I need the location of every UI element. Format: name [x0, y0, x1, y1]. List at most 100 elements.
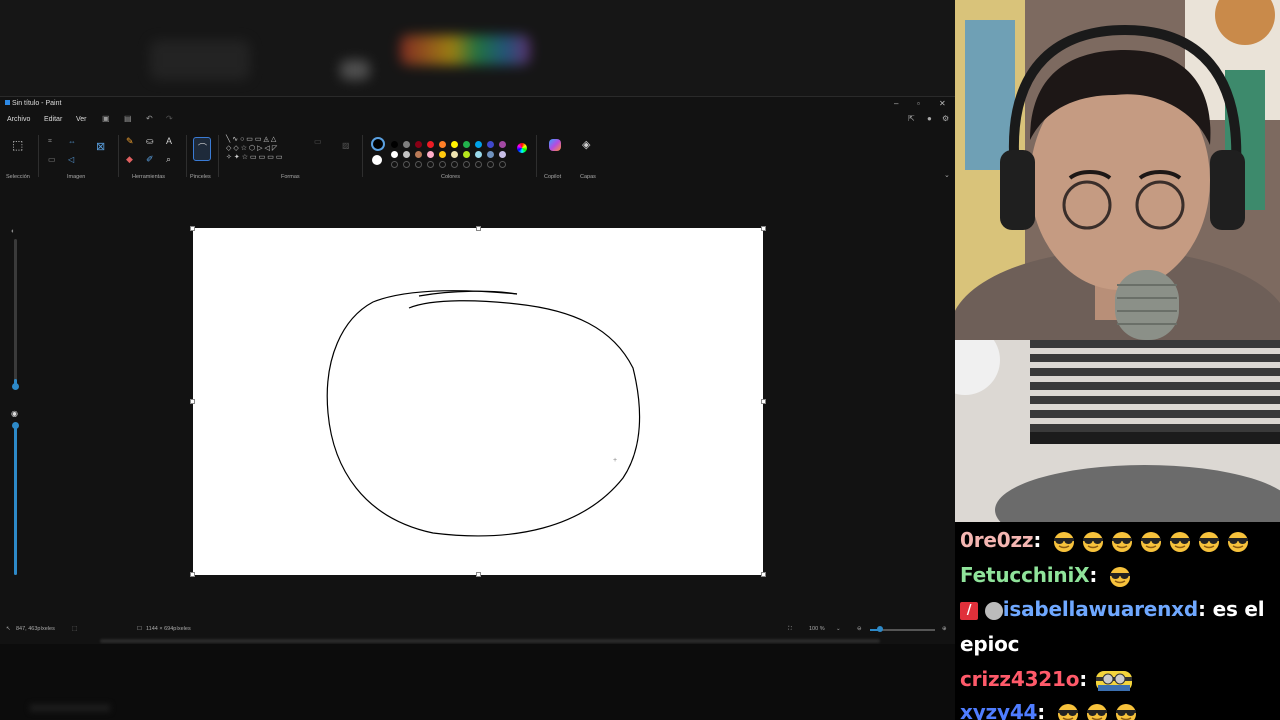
resize-handle[interactable] — [190, 399, 195, 404]
drawing-canvas[interactable]: + — [193, 228, 763, 575]
secondary-color[interactable] — [372, 155, 382, 165]
fit-to-window-icon[interactable]: ⛶ — [788, 626, 792, 633]
empty-color-slot[interactable] — [451, 161, 458, 168]
maximize-button[interactable]: ▫ — [917, 99, 920, 108]
color-swatch[interactable] — [463, 141, 470, 148]
color-swatch[interactable] — [451, 151, 458, 158]
empty-color-slot[interactable] — [487, 161, 494, 168]
fill-shape-icon[interactable]: ▨ — [342, 141, 350, 150]
color-swatch[interactable] — [415, 151, 422, 158]
outline-icon[interactable]: ▭ — [314, 137, 322, 146]
eraser-icon[interactable]: ◆ — [126, 155, 133, 164]
resize-handle[interactable] — [476, 572, 481, 577]
brush-size-thumb[interactable] — [12, 383, 19, 390]
color-swatch[interactable] — [487, 151, 494, 158]
opacity-icon: ◉ — [11, 409, 18, 418]
horizontal-scrollbar[interactable] — [100, 639, 880, 643]
chat-username: crizz4321o — [960, 667, 1080, 691]
drawn-top-stroke — [418, 290, 518, 297]
chevron-down-icon[interactable]: ⌄ — [944, 171, 950, 180]
color-swatch[interactable] — [427, 141, 434, 148]
settings-icon[interactable]: ⚙ — [942, 114, 949, 123]
ribbon-divider — [536, 135, 537, 177]
empty-color-slot[interactable] — [475, 161, 482, 168]
resize-icon[interactable]: ⇔ — [68, 137, 76, 146]
zoom-out-icon[interactable]: ⊖ — [857, 626, 862, 632]
empty-color-slot[interactable] — [403, 161, 410, 168]
selection-tool-icon[interactable]: ⬚ — [12, 139, 23, 151]
group-label-capas: Capas — [580, 174, 596, 180]
color-swatch[interactable] — [463, 151, 470, 158]
empty-color-slot[interactable] — [439, 161, 446, 168]
account-icon[interactable]: ● — [927, 114, 932, 123]
menu-bar: Archivo Editar Ver ▣ ▤ ↶ ↷ ⇱ ● ⚙ — [0, 113, 955, 127]
zoom-level[interactable]: 100 % — [809, 626, 825, 632]
color-swatch[interactable] — [439, 141, 446, 148]
color-swatch[interactable] — [439, 151, 446, 158]
color-swatch[interactable] — [487, 141, 494, 148]
resize-handle[interactable] — [190, 226, 195, 231]
color-swatch[interactable] — [427, 151, 434, 158]
resize-handle[interactable] — [761, 572, 766, 577]
zoom-in-icon[interactable]: ⊕ — [942, 626, 947, 632]
color-swatch[interactable] — [415, 141, 422, 148]
zoom-slider-thumb[interactable] — [877, 626, 883, 632]
empty-color-slot[interactable] — [415, 161, 422, 168]
color-swatch[interactable] — [451, 141, 458, 148]
brush-size-slider[interactable] — [14, 239, 17, 389]
empty-color-slot[interactable] — [427, 161, 434, 168]
rotate-icon[interactable]: ◁ — [68, 155, 74, 164]
magnifier-icon[interactable]: ⌕ — [166, 155, 171, 164]
color-swatch[interactable] — [475, 151, 482, 158]
resize-handle[interactable] — [190, 572, 195, 577]
menu-editar[interactable]: Editar — [44, 116, 62, 123]
undo-icon[interactable]: ↶ — [146, 114, 153, 123]
menu-archivo[interactable]: Archivo — [7, 116, 30, 123]
crop-icon[interactable]: ⌗ — [48, 137, 52, 146]
image-edit-icon[interactable]: ⊠ — [96, 142, 105, 153]
chat-username: xyzy44 — [960, 700, 1038, 720]
color-picker-icon[interactable]: ✐ — [146, 155, 154, 164]
opacity-fill — [14, 425, 17, 575]
color-swatch[interactable] — [499, 151, 506, 158]
chat-colon: : — [1089, 563, 1098, 587]
text-icon[interactable]: A — [166, 137, 172, 146]
resize-handle[interactable] — [761, 226, 766, 231]
empty-color-slot[interactable] — [499, 161, 506, 168]
layers-icon[interactable]: ◈ — [582, 140, 590, 151]
color-swatch[interactable] — [391, 151, 398, 158]
resize-handle[interactable] — [476, 226, 481, 231]
blurred-shape — [340, 60, 370, 80]
image-tool-icon[interactable]: ▭ — [48, 155, 56, 164]
opacity-thumb[interactable] — [12, 422, 19, 429]
opacity-slider[interactable] — [14, 425, 17, 575]
empty-color-slot[interactable] — [463, 161, 470, 168]
chat-overlay: 0re0zz: FetucchiniX: / isabellawuarenxd:… — [955, 522, 1280, 720]
copilot-icon[interactable] — [549, 139, 561, 151]
window-title: Sin título - Paint — [5, 100, 61, 107]
share-icon[interactable]: ⇱ — [908, 114, 915, 123]
color-swatch[interactable] — [475, 141, 482, 148]
edit-colors-icon[interactable] — [517, 143, 527, 153]
resize-handle[interactable] — [761, 399, 766, 404]
close-button[interactable]: ✕ — [939, 99, 946, 108]
color-swatch[interactable] — [403, 151, 410, 158]
color-swatch[interactable] — [403, 141, 410, 148]
sunglasses-emote-icon — [1055, 703, 1081, 720]
shapes-gallery[interactable]: ╲∿○▭▭◬△ ◇◇☆⬡▷◁◸ ✧✦☆▭▭▭▭ — [226, 135, 304, 171]
pencil-icon[interactable]: ✎ — [126, 137, 134, 146]
save-icon[interactable]: ▣ — [102, 114, 110, 123]
empty-color-slot[interactable] — [391, 161, 398, 168]
minimize-button[interactable]: – — [894, 99, 898, 108]
brushes-button[interactable]: ⌒ — [193, 137, 211, 161]
ribbon-divider — [38, 135, 39, 177]
primary-color[interactable] — [371, 137, 385, 151]
zoom-dropdown-icon[interactable]: ⌄ — [836, 626, 841, 632]
redo-icon[interactable]: ↷ — [166, 114, 173, 123]
print-icon[interactable]: ▤ — [124, 114, 132, 123]
color-swatch[interactable] — [391, 141, 398, 148]
color-swatch[interactable] — [499, 141, 506, 148]
sunglasses-emote-icon — [1051, 531, 1077, 553]
menu-ver[interactable]: Ver — [76, 116, 87, 123]
fill-icon[interactable]: ⛀ — [146, 137, 154, 146]
